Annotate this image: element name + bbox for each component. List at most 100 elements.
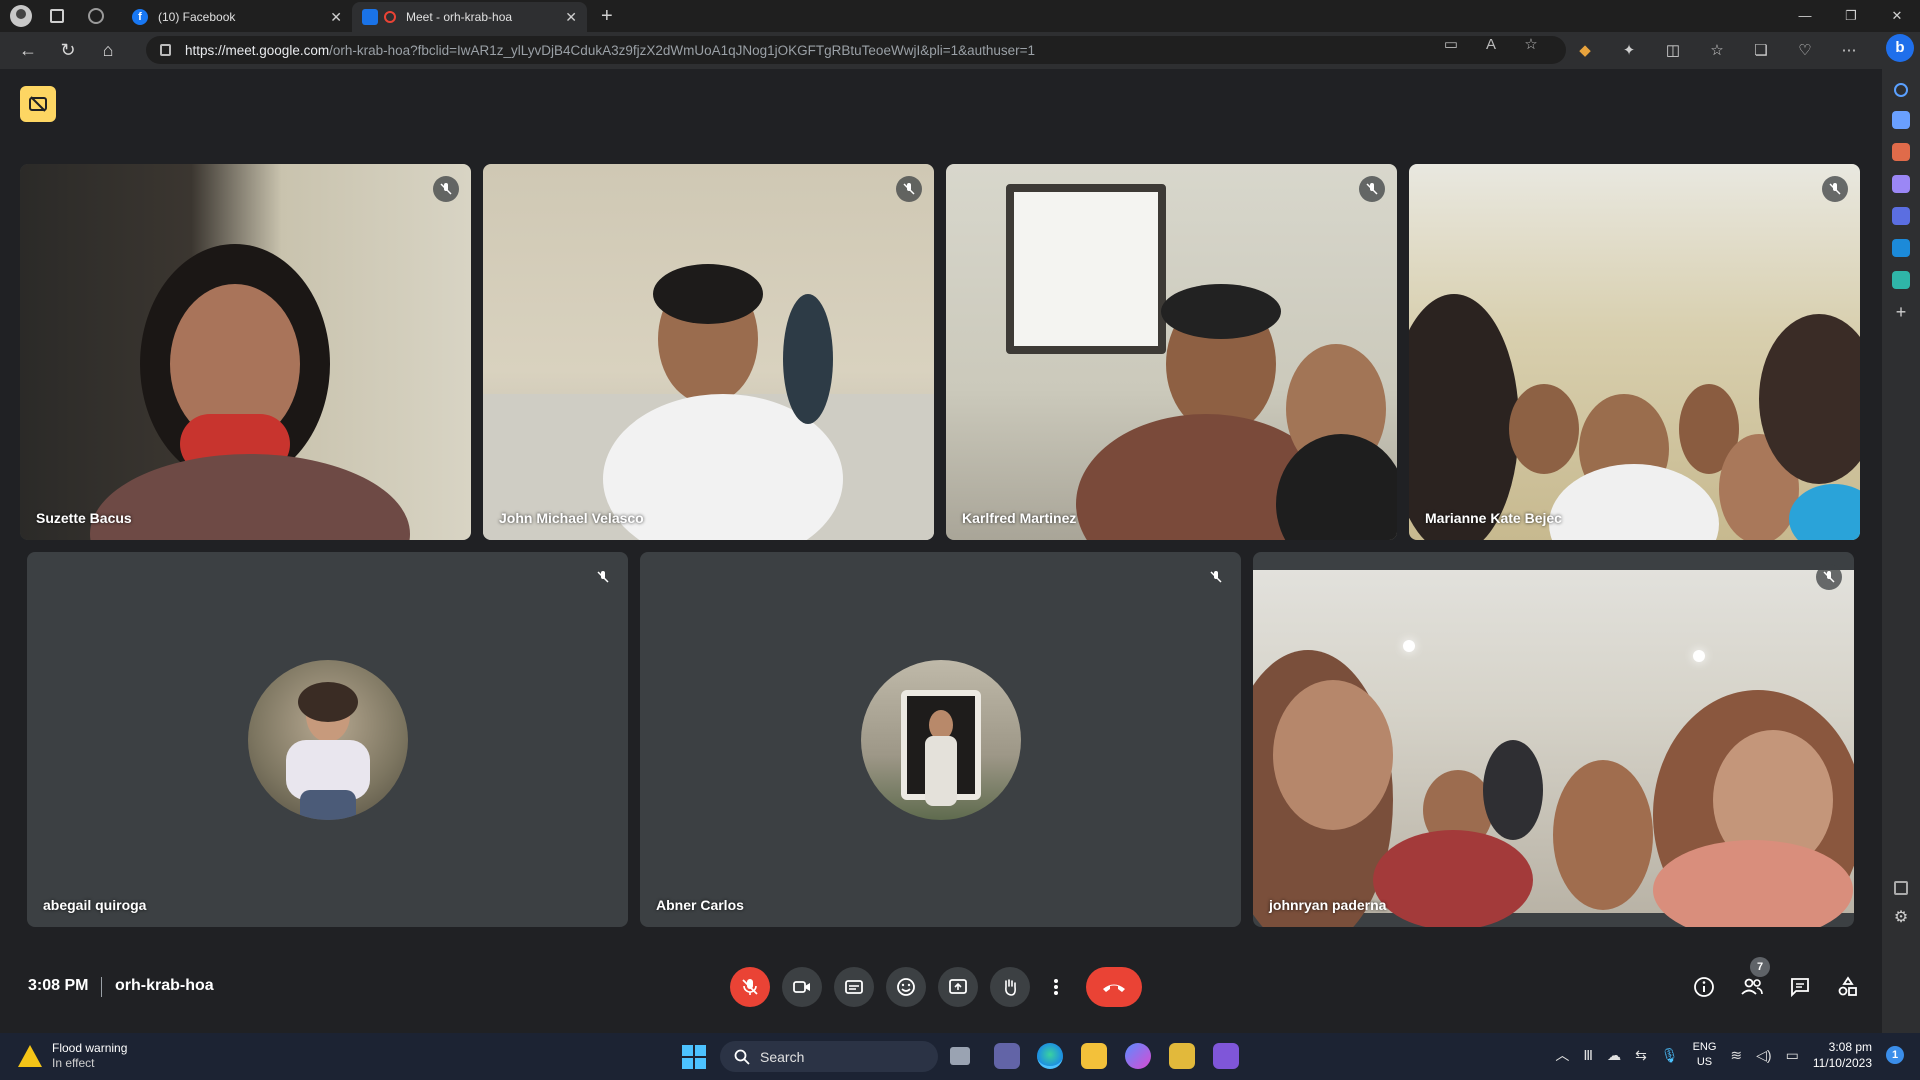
performance-icon[interactable]: ♡ bbox=[1794, 40, 1816, 62]
github-pinned-tab-icon[interactable] bbox=[88, 8, 104, 24]
tools-icon[interactable] bbox=[1892, 143, 1910, 161]
participant-name: Abner Carlos bbox=[656, 897, 744, 913]
split-screen-icon[interactable]: ◫ bbox=[1662, 40, 1684, 62]
network-activity-icon[interactable]: ⇆ bbox=[1635, 1047, 1647, 1064]
settings-icon[interactable]: ⚙ bbox=[1892, 909, 1910, 927]
extensions-puzzle-icon[interactable]: ✦ bbox=[1618, 40, 1640, 62]
restore-icon[interactable]: ❐ bbox=[1828, 0, 1874, 32]
home-icon[interactable]: ⌂ bbox=[88, 40, 128, 61]
people-button[interactable]: 7 bbox=[1734, 957, 1770, 1007]
back-icon[interactable]: ← bbox=[8, 40, 48, 61]
more-vert-icon bbox=[1054, 979, 1058, 995]
participant-video bbox=[20, 164, 471, 540]
extension-icon[interactable]: ◆ bbox=[1574, 40, 1596, 62]
shopping-icon[interactable] bbox=[1892, 111, 1910, 129]
captions-off-badge[interactable] bbox=[20, 86, 56, 122]
tab-actions-icon[interactable] bbox=[50, 9, 64, 23]
captions-icon bbox=[845, 980, 863, 994]
leave-call-button[interactable] bbox=[1086, 967, 1142, 1007]
toggle-microphone-button[interactable] bbox=[730, 967, 770, 1007]
battery-icon[interactable]: ▭ bbox=[1786, 1047, 1799, 1064]
tab-title: (10) Facebook bbox=[158, 10, 236, 24]
present-screen-button[interactable] bbox=[938, 967, 978, 1007]
tab-facebook[interactable]: f (10) Facebook ✕ bbox=[122, 2, 352, 32]
show-hidden-icons-icon[interactable]: ︿ bbox=[1555, 1045, 1569, 1065]
refresh-icon[interactable]: ↻ bbox=[48, 40, 88, 61]
new-tab-icon[interactable]: + bbox=[601, 5, 613, 28]
copilot-icon[interactable]: b bbox=[1886, 34, 1914, 62]
input-language[interactable]: ENG US bbox=[1693, 1040, 1717, 1070]
mic-off-icon bbox=[742, 979, 758, 995]
sticky-app-icon[interactable] bbox=[1169, 1043, 1195, 1069]
weather-title: Flood warning bbox=[52, 1041, 128, 1055]
participant-tile[interactable]: Karlfred Martinez bbox=[946, 164, 1397, 540]
participant-tile[interactable]: abegail quiroga bbox=[27, 552, 628, 927]
favorite-star-icon[interactable]: ☆ bbox=[1522, 36, 1540, 54]
outlook-icon[interactable] bbox=[1892, 239, 1910, 257]
add-sidebar-app-icon[interactable]: + bbox=[1892, 303, 1910, 321]
captions-button[interactable] bbox=[834, 967, 874, 1007]
mic-off-icon bbox=[1359, 176, 1385, 202]
participant-tile[interactable]: Abner Carlos bbox=[640, 552, 1241, 927]
onedrive-icon[interactable]: ☁ bbox=[1607, 1047, 1621, 1064]
taskbar-date: 11/10/2023 bbox=[1812, 1056, 1872, 1070]
url-field[interactable]: https://meet.google.com/orh-krab-hoa?fbc… bbox=[146, 36, 1566, 64]
hide-sidebar-icon[interactable] bbox=[1894, 881, 1908, 895]
participant-video bbox=[1409, 164, 1860, 540]
visual-studio-icon[interactable] bbox=[1213, 1043, 1239, 1069]
read-aloud-icon[interactable]: A bbox=[1482, 36, 1500, 54]
weather-widget[interactable]: Flood warning In effect bbox=[18, 1041, 127, 1071]
wifi-icon[interactable]: ≋ bbox=[1730, 1047, 1742, 1064]
close-window-icon[interactable]: ✕ bbox=[1874, 0, 1920, 32]
edge-taskbar-icon[interactable] bbox=[1037, 1043, 1063, 1069]
activities-button[interactable] bbox=[1830, 967, 1866, 1007]
participant-tile[interactable]: John Michael Velasco bbox=[483, 164, 934, 540]
volume-icon[interactable]: ◁) bbox=[1756, 1047, 1771, 1064]
close-tab-icon[interactable]: ✕ bbox=[565, 9, 577, 26]
emoji-icon bbox=[897, 978, 915, 996]
collections-icon[interactable]: ❏ bbox=[1750, 40, 1772, 62]
facebook-icon: f bbox=[132, 9, 148, 25]
extension-toolbar: ◆ ✦ ◫ ☆ ❏ ♡ ⋯ bbox=[1574, 40, 1860, 62]
participant-tile[interactable]: johnryan paderna bbox=[1253, 552, 1854, 927]
hang-up-icon bbox=[1103, 984, 1125, 992]
lock-icon[interactable] bbox=[160, 44, 171, 56]
taskbar-clock[interactable]: 3:08 pm 11/10/2023 bbox=[1813, 1039, 1872, 1071]
microphone-icon[interactable]: 🎙 bbox=[1661, 1047, 1679, 1064]
raise-hand-button[interactable] bbox=[990, 967, 1030, 1007]
tray-app-icon[interactable]: Ⅲ bbox=[1583, 1047, 1593, 1064]
notification-badge[interactable]: 1 bbox=[1886, 1046, 1904, 1064]
more-options-button[interactable] bbox=[1042, 967, 1070, 1007]
favorites-icon[interactable]: ☆ bbox=[1706, 40, 1728, 62]
close-tab-icon[interactable]: ✕ bbox=[330, 9, 342, 26]
toggle-camera-button[interactable] bbox=[782, 967, 822, 1007]
chat-button[interactable] bbox=[1782, 967, 1818, 1007]
messenger-icon[interactable] bbox=[1125, 1043, 1151, 1069]
games-icon[interactable] bbox=[1892, 175, 1910, 193]
participant-video bbox=[483, 164, 934, 540]
tab-meet[interactable]: Meet - orh-krab-hoa ✕ bbox=[352, 2, 587, 32]
meeting-details-button[interactable] bbox=[1686, 967, 1722, 1007]
search-label: Search bbox=[760, 1048, 805, 1065]
mic-off-icon bbox=[1816, 564, 1842, 590]
drop-icon[interactable] bbox=[1892, 271, 1910, 289]
minimize-icon[interactable]: — bbox=[1782, 0, 1828, 32]
url-actions: ▭ A ☆ bbox=[1442, 36, 1540, 54]
url-path: /orh-krab-hoa?fbclid=IwAR1z_ylLyvDjB4Cdu… bbox=[329, 42, 1036, 58]
camera-in-use-icon[interactable]: ▭ bbox=[1442, 36, 1460, 54]
participant-tile[interactable]: Marianne Kate Bejec bbox=[1409, 164, 1860, 540]
file-explorer-icon[interactable] bbox=[1081, 1043, 1107, 1069]
more-menu-icon[interactable]: ⋯ bbox=[1838, 40, 1860, 62]
participant-tile[interactable]: Suzette Bacus bbox=[20, 164, 471, 540]
task-view-icon[interactable] bbox=[950, 1047, 970, 1065]
search-icon[interactable] bbox=[1894, 83, 1908, 97]
profile-avatar-icon[interactable] bbox=[10, 5, 32, 27]
meet-control-bar: 3:08 PM orh-krab-hoa 7 bbox=[0, 957, 1882, 1017]
teams-chat-icon[interactable] bbox=[994, 1043, 1020, 1069]
mic-off-icon bbox=[433, 176, 459, 202]
mic-off-icon bbox=[1822, 176, 1848, 202]
taskbar-search[interactable]: Search bbox=[720, 1041, 938, 1072]
microsoft-365-icon[interactable] bbox=[1892, 207, 1910, 225]
reactions-button[interactable] bbox=[886, 967, 926, 1007]
start-button[interactable] bbox=[682, 1045, 706, 1069]
